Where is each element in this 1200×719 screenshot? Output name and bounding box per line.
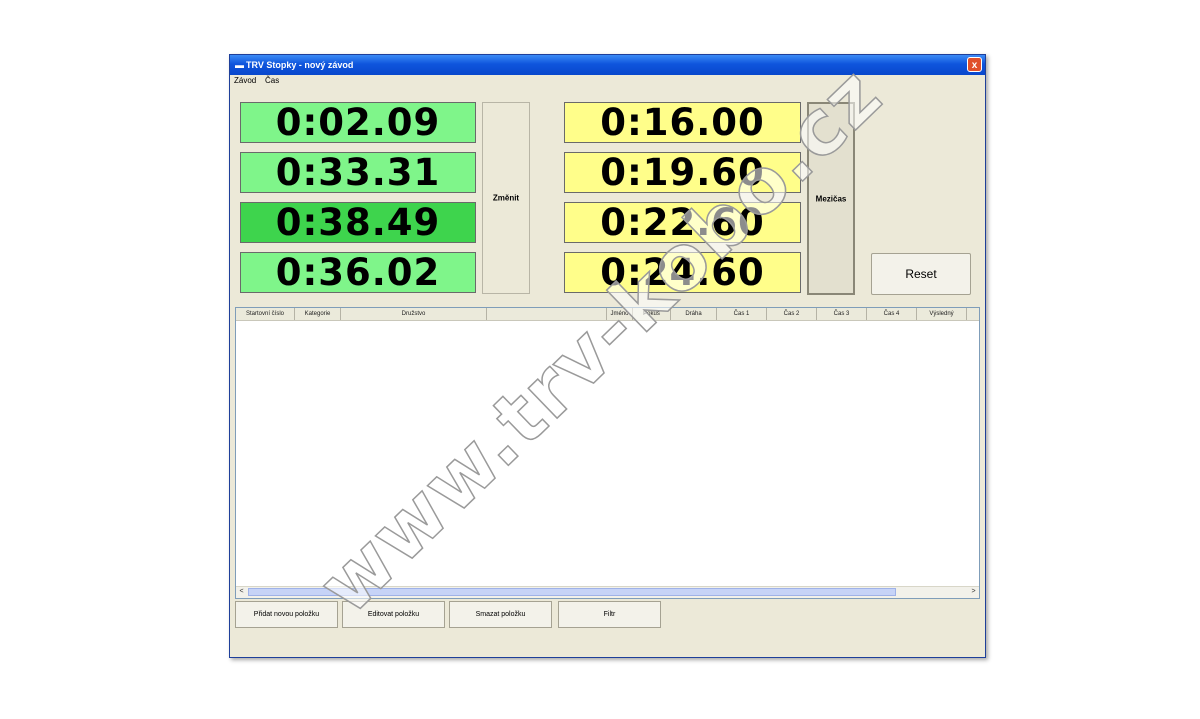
- timer-left-2: 0:33.31: [240, 152, 476, 193]
- timer-left-4: 0:36.02: [240, 252, 476, 293]
- app-window: ▬ TRV Stopky - nový závod x Závod Čas 0:…: [229, 54, 986, 658]
- column-header-more[interactable]: [967, 308, 979, 320]
- column-header-cas-3[interactable]: Čas 3: [817, 308, 867, 320]
- column-header-cas-4[interactable]: Čas 4: [867, 308, 917, 320]
- filter-button[interactable]: Filtr: [558, 601, 661, 628]
- app-icon: ▬: [235, 60, 244, 70]
- timer-left-1: 0:02.09: [240, 102, 476, 143]
- add-item-button[interactable]: Přidat novou položku: [235, 601, 338, 628]
- column-header-vysledny[interactable]: Výsledný: [917, 308, 967, 320]
- edit-item-button[interactable]: Editovat položku: [342, 601, 445, 628]
- scroll-thumb[interactable]: [248, 588, 896, 596]
- timer-right-4: 0:24.60: [564, 252, 801, 293]
- delete-item-button[interactable]: Smazat položku: [449, 601, 552, 628]
- mezicas-label: Mezičas: [815, 194, 847, 203]
- column-header-draha[interactable]: Dráha: [671, 308, 717, 320]
- timer-right-2: 0:19.60: [564, 152, 801, 193]
- column-header-startovni-cislo[interactable]: Startovní číslo: [236, 308, 295, 320]
- column-header-kategorie[interactable]: Kategorie: [295, 308, 341, 320]
- mezicas-button[interactable]: Mezičas: [807, 102, 855, 295]
- column-header-cas-1[interactable]: Čas 1: [717, 308, 767, 320]
- column-header-jmeno[interactable]: Jméno: [607, 308, 633, 320]
- menu-cas[interactable]: Čas: [265, 76, 279, 86]
- column-header-druzstvo[interactable]: Družstvo: [341, 308, 487, 320]
- results-table[interactable]: Startovní číslo Kategorie Družstvo Jméno…: [235, 307, 980, 599]
- column-header-blank[interactable]: [487, 308, 607, 320]
- close-button[interactable]: x: [967, 57, 982, 72]
- reset-button[interactable]: Reset: [871, 253, 971, 295]
- scroll-left-icon[interactable]: <: [236, 587, 247, 597]
- scroll-right-icon[interactable]: >: [968, 587, 979, 597]
- timer-right-1: 0:16.00: [564, 102, 801, 143]
- zmenit-label: Změnit: [492, 193, 520, 203]
- window-title: TRV Stopky - nový závod: [246, 60, 354, 70]
- horizontal-scrollbar[interactable]: < >: [236, 586, 979, 598]
- timer-right-3: 0:22.60: [564, 202, 801, 243]
- menu-zavod[interactable]: Závod: [234, 76, 256, 86]
- column-header-pokus[interactable]: Pokus: [633, 308, 671, 320]
- title-bar[interactable]: ▬ TRV Stopky - nový závod x: [230, 55, 985, 75]
- table-header: Startovní číslo Kategorie Družstvo Jméno…: [236, 308, 979, 321]
- zmenit-button[interactable]: Změnit: [482, 102, 530, 294]
- menu-bar: Závod Čas: [230, 75, 985, 87]
- timer-left-3: 0:38.49: [240, 202, 476, 243]
- column-header-cas-2[interactable]: Čas 2: [767, 308, 817, 320]
